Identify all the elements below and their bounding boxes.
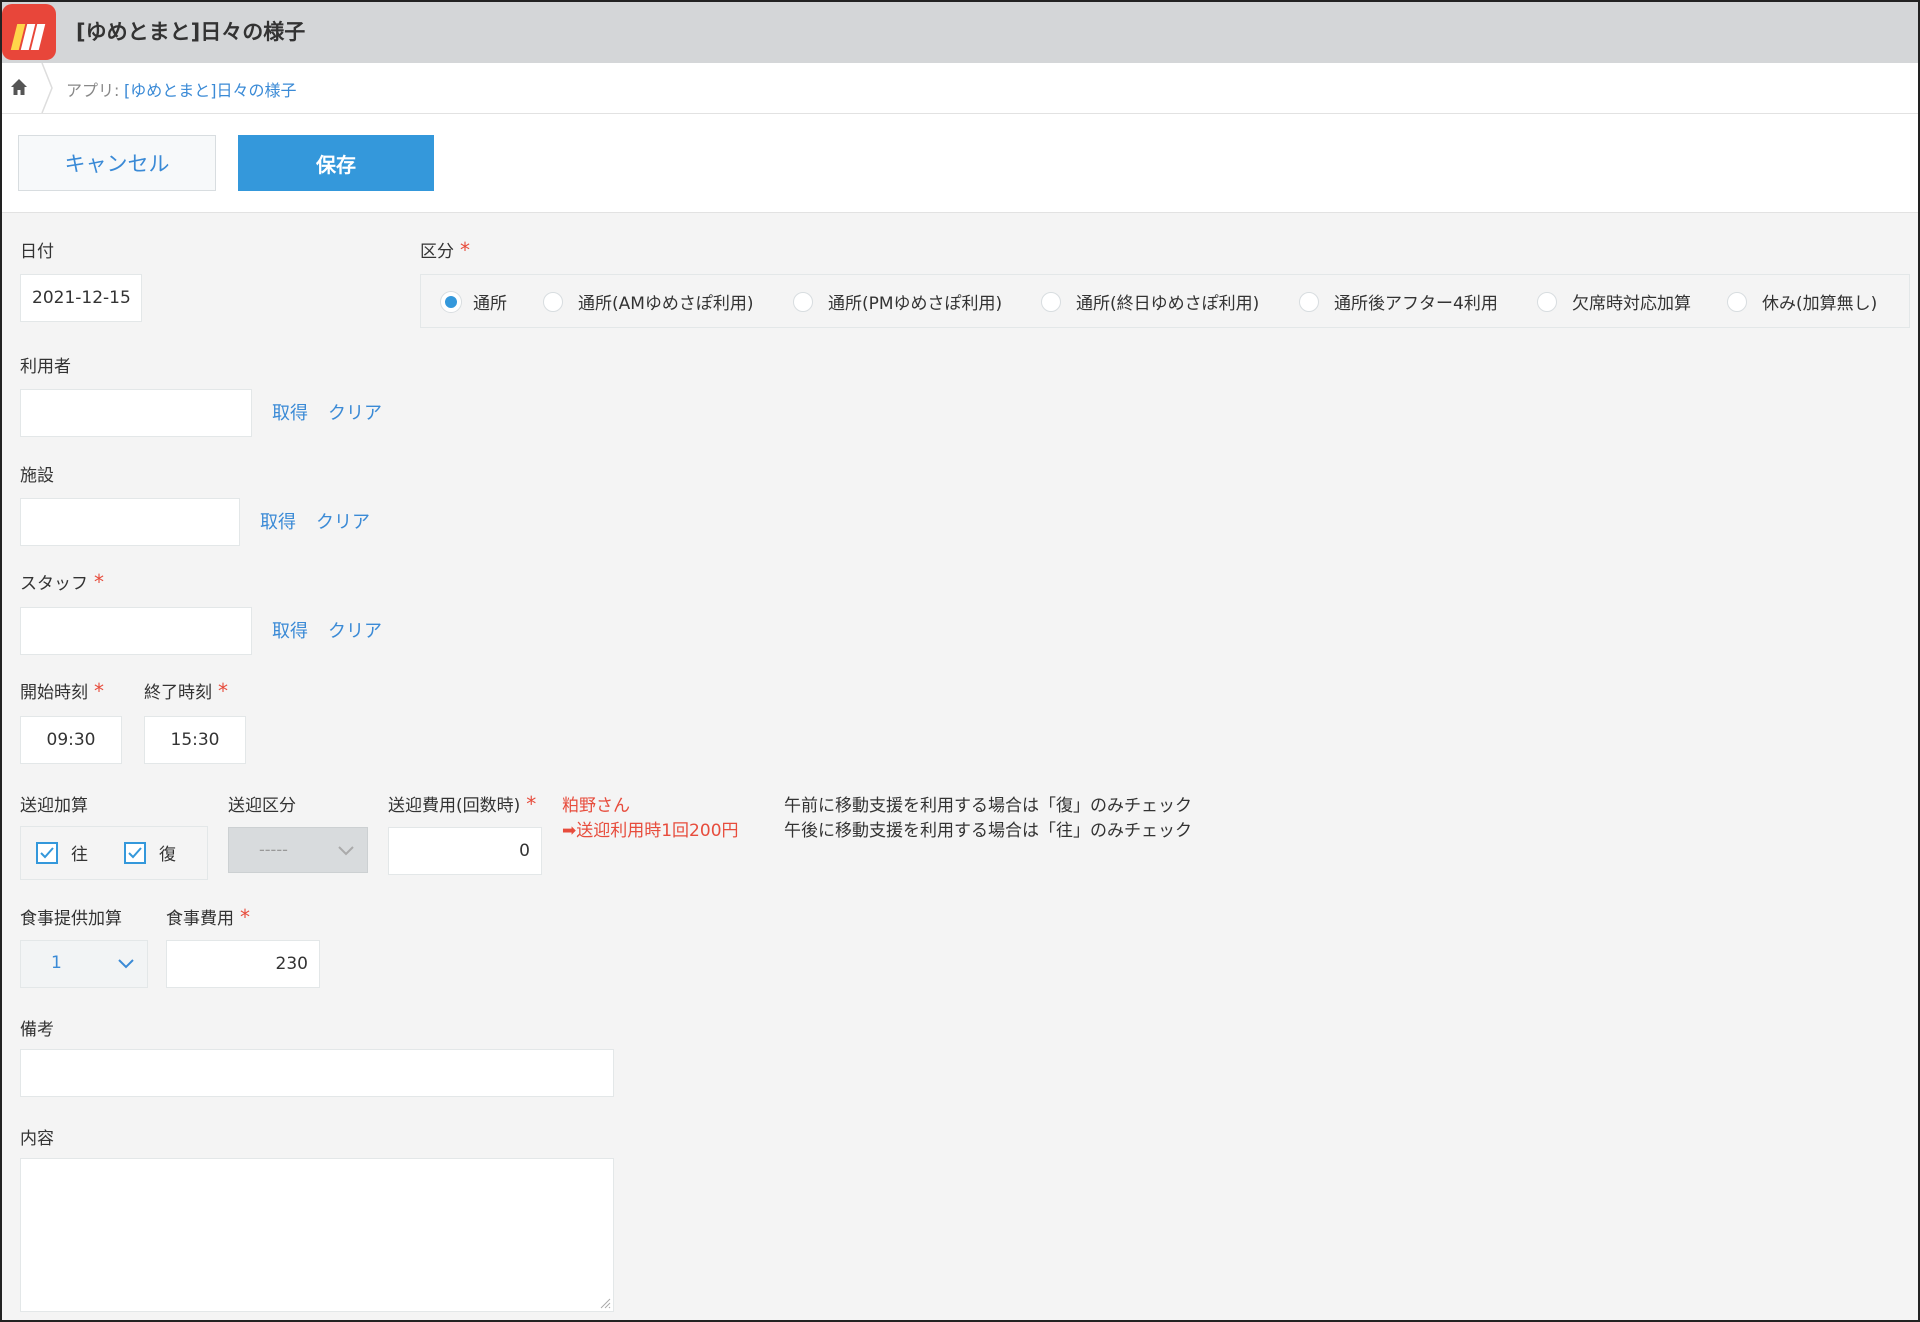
date-field[interactable]: 2021-12-15	[20, 274, 142, 322]
start-time-label: 開始時刻 *	[20, 679, 104, 703]
meal-add-label: 食事提供加算	[20, 909, 122, 929]
radio-option-7[interactable]	[1727, 292, 1747, 312]
home-icon[interactable]	[9, 77, 29, 97]
staff-clear-link[interactable]: クリア	[328, 617, 382, 643]
user-field[interactable]	[20, 389, 252, 437]
transport-add-checkbox-group: 往 復	[20, 826, 208, 880]
meal-add-value: 1	[51, 953, 62, 973]
meal-add-select[interactable]: 1	[20, 940, 148, 988]
end-time-field[interactable]: 15:30	[144, 716, 246, 764]
transport-type-label: 送迎区分	[228, 796, 296, 816]
cancel-button[interactable]: キャンセル	[18, 135, 216, 191]
check-icon	[40, 847, 54, 859]
radio-option-4[interactable]	[1041, 292, 1061, 312]
app-icon	[2, 4, 56, 60]
app-header: [ゆめとまと]日々の様子	[0, 0, 1920, 63]
staff-label: スタッフ *	[20, 570, 104, 594]
transport-type-value: -----	[259, 840, 288, 859]
radio-label-4: 通所(終日ゆめさぽ利用)	[1076, 294, 1260, 314]
transport-type-select[interactable]: -----	[228, 827, 368, 873]
start-time-field[interactable]: 09:30	[20, 716, 122, 764]
radio-option-5[interactable]	[1299, 292, 1319, 312]
transport-note-red-2: ➡送迎利用時1回200円	[562, 821, 739, 841]
radio-label-7: 休み(加算無し)	[1762, 294, 1878, 314]
transport-note-1: 午前に移動支援を利用する場合は「復」のみチェック	[784, 796, 1192, 816]
user-label: 利用者	[20, 357, 71, 377]
chevron-down-icon	[338, 846, 354, 856]
category-radio-group: 通所 通所(AMゆめさぽ利用) 通所(PMゆめさぽ利用) 通所(終日ゆめさぽ利用…	[420, 274, 1910, 328]
transport-add-label: 送迎加算	[20, 796, 88, 816]
app-title: [ゆめとまと]日々の様子	[76, 20, 306, 44]
save-button[interactable]: 保存	[238, 135, 434, 191]
transport-fee-field[interactable]: 0	[388, 827, 542, 875]
radio-option-1[interactable]	[441, 292, 461, 312]
radio-option-3[interactable]	[793, 292, 813, 312]
radio-option-6[interactable]	[1537, 292, 1557, 312]
user-fetch-link[interactable]: 取得	[272, 399, 308, 425]
radio-option-2[interactable]	[543, 292, 563, 312]
end-time-label: 終了時刻 *	[144, 679, 228, 703]
radio-label-3: 通所(PMゆめさぽ利用)	[828, 294, 1003, 314]
breadcrumb-prefix: アプリ:	[66, 81, 120, 100]
content-textarea[interactable]	[20, 1158, 614, 1312]
remarks-label: 備考	[20, 1020, 54, 1040]
breadcrumb-app-link[interactable]: [ゆめとまと]日々の様子	[124, 77, 297, 101]
transport-note-red-1: 粕野さん	[562, 796, 630, 816]
breadcrumb-separator-icon	[41, 63, 53, 113]
breadcrumb: アプリ: [ゆめとまと]日々の様子	[0, 63, 1920, 114]
facility-label: 施設	[20, 466, 54, 486]
staff-fetch-link[interactable]: 取得	[272, 617, 308, 643]
check-icon	[128, 847, 142, 859]
transport-note-2: 午後に移動支援を利用する場合は「往」のみチェック	[784, 821, 1192, 841]
radio-label-1: 通所	[473, 294, 507, 314]
outbound-checkbox[interactable]	[36, 842, 58, 864]
category-label: 区分 *	[420, 238, 470, 262]
radio-label-5: 通所後アフター4利用	[1334, 294, 1498, 314]
user-clear-link[interactable]: クリア	[328, 399, 382, 425]
facility-clear-link[interactable]: クリア	[316, 508, 370, 534]
meal-fee-label: 食事費用 *	[166, 905, 250, 929]
outbound-checkbox-label: 往	[71, 845, 88, 865]
radio-label-2: 通所(AMゆめさぽ利用)	[578, 294, 754, 314]
return-checkbox[interactable]	[124, 842, 146, 864]
return-checkbox-label: 復	[159, 845, 176, 865]
resize-handle-icon[interactable]	[599, 1297, 611, 1309]
date-label: 日付	[20, 242, 54, 262]
facility-field[interactable]	[20, 498, 240, 546]
content-label: 内容	[20, 1129, 54, 1149]
transport-fee-label: 送迎費用(回数時) *	[388, 792, 537, 816]
remarks-field[interactable]	[20, 1049, 614, 1097]
meal-fee-field[interactable]: 230	[166, 940, 320, 988]
chevron-down-icon	[118, 959, 134, 969]
staff-field[interactable]	[20, 607, 252, 655]
radio-label-6: 欠席時対応加算	[1572, 294, 1691, 314]
facility-fetch-link[interactable]: 取得	[260, 508, 296, 534]
